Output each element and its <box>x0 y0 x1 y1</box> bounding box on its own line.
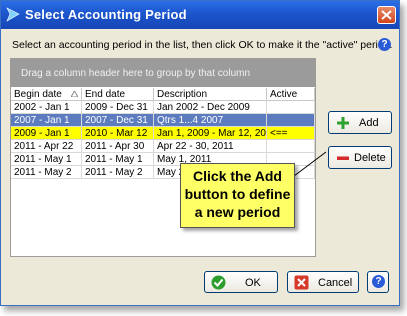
cell-description: Apr 22 - 30, 2011 <box>154 140 267 153</box>
cell-description: Jan 1, 2009 - Mar 12, 2010 <box>154 127 267 140</box>
column-header-label: Active <box>270 89 298 100</box>
ok-button-label: OK <box>245 277 261 289</box>
cell-description: Jan 2002 - Dec 2009 <box>154 101 267 114</box>
cell-end-date: 2011 - May 1 <box>82 153 154 166</box>
grid-header: Begin date End date Description Active <box>11 88 315 101</box>
cell-active <box>267 114 315 127</box>
cell-end-date: 2011 - May 2 <box>82 166 154 179</box>
column-header-label: End date <box>85 89 126 100</box>
cell-active: <== <box>267 127 315 140</box>
cell-begin-date: 2007 - Jan 1 <box>11 114 82 127</box>
add-button-label: Add <box>359 117 379 129</box>
callout-line-2: button to define <box>184 186 291 202</box>
app-logo-icon <box>6 7 20 22</box>
title-bar[interactable]: Select Accounting Period <box>1 1 399 29</box>
minus-icon <box>337 156 349 160</box>
add-button[interactable]: Add <box>328 111 392 134</box>
column-header-end-date[interactable]: End date <box>82 88 154 101</box>
cell-end-date: 2009 - Dec 31 <box>82 101 154 114</box>
close-icon <box>381 10 392 20</box>
cancel-button-label: Cancel <box>318 277 353 289</box>
column-header-description[interactable]: Description <box>154 88 267 101</box>
ok-button[interactable]: OK <box>204 271 278 293</box>
cell-begin-date: 2011 - May 2 <box>11 166 82 179</box>
cell-begin-date: 2002 - Jan 1 <box>11 101 82 114</box>
help-button[interactable]: ? <box>367 271 389 293</box>
select-accounting-period-dialog: Select Accounting Period Select an accou… <box>0 0 400 306</box>
help-icon: ? <box>372 275 385 288</box>
window-title: Select Accounting Period <box>25 7 187 22</box>
column-header-begin-date[interactable]: Begin date <box>11 88 82 101</box>
group-by-hint: Drag a column header here to group by th… <box>21 68 251 79</box>
callout-line-1: Click the Add <box>193 168 282 184</box>
column-header-label: Description <box>157 89 208 100</box>
help-icon[interactable]: ? <box>378 38 391 51</box>
instruction-text: Select an accounting period in the list,… <box>12 39 393 51</box>
close-button[interactable] <box>377 6 396 24</box>
cell-end-date: 2007 - Dec 31 <box>82 114 154 127</box>
cell-end-date: 2011 - Apr 30 <box>82 140 154 153</box>
cell-description: Qtrs 1...4 2007 <box>154 114 267 127</box>
cancel-button[interactable]: Cancel <box>287 271 359 293</box>
checkmark-icon <box>211 275 226 290</box>
cell-active <box>267 101 315 114</box>
callout-pointer <box>293 151 327 177</box>
cell-end-date: 2010 - Mar 12 <box>82 127 154 140</box>
delete-button-label: Delete <box>354 152 386 164</box>
cell-begin-date: 2011 - May 1 <box>11 153 82 166</box>
callout-tooltip: Click the Add button to define a new per… <box>180 163 295 228</box>
table-row-active[interactable]: 2009 - Jan 1 2010 - Mar 12 Jan 1, 2009 -… <box>11 127 315 140</box>
plus-icon <box>337 117 349 129</box>
table-row-selected[interactable]: 2007 - Jan 1 2007 - Dec 31 Qtrs 1...4 20… <box>11 114 315 127</box>
delete-button[interactable]: Delete <box>328 146 392 169</box>
cancel-x-icon <box>294 275 309 290</box>
sort-ascending-icon <box>71 91 78 97</box>
cell-begin-date: 2009 - Jan 1 <box>11 127 82 140</box>
column-header-label: Begin date <box>14 89 62 100</box>
group-by-panel[interactable]: Drag a column header here to group by th… <box>11 59 315 87</box>
column-header-active[interactable]: Active <box>267 88 315 101</box>
table-row[interactable]: 2002 - Jan 1 2009 - Dec 31 Jan 2002 - De… <box>11 101 315 114</box>
cell-begin-date: 2011 - Apr 22 <box>11 140 82 153</box>
callout-line-3: a new period <box>194 204 281 220</box>
table-row[interactable]: 2011 - Apr 22 2011 - Apr 30 Apr 22 - 30,… <box>11 140 315 153</box>
